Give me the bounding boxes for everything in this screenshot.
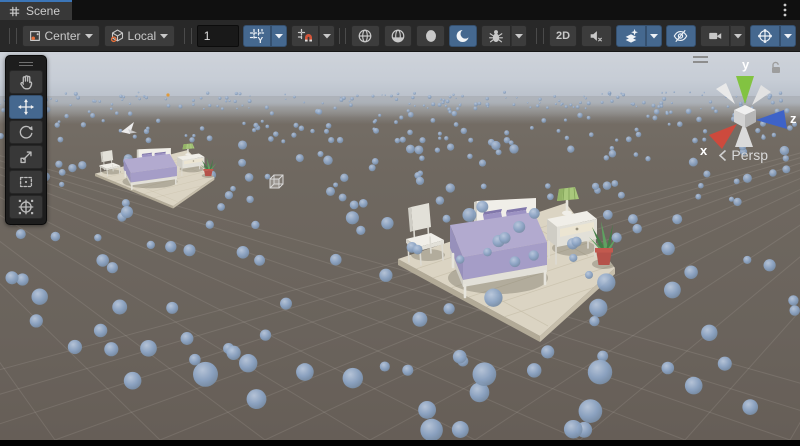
toolbar-drag-handle[interactable] — [339, 28, 347, 44]
rect-icon — [17, 173, 35, 191]
grid-icon — [8, 5, 21, 18]
chevron-down-icon — [159, 32, 169, 40]
2d-view-label: 2D — [556, 30, 570, 42]
tab-label: Scene — [26, 4, 60, 18]
audio-toggle-button[interactable] — [581, 25, 611, 47]
gizmos-dropdown[interactable] — [780, 25, 796, 47]
svg-text:Y: Y — [257, 35, 263, 44]
sphere-wireframe-icon — [357, 28, 373, 44]
chevron-down-icon — [783, 32, 793, 40]
scene-viewport[interactable]: y x z Persp — [0, 52, 800, 440]
shading-solid-button[interactable] — [416, 25, 445, 47]
chevron-down-icon — [733, 32, 743, 40]
eye-hidden-icon — [672, 28, 689, 44]
toolbar-drag-handle[interactable] — [9, 28, 17, 44]
axis-y-label: y — [742, 57, 750, 72]
snap-increment-dropdown[interactable] — [319, 25, 335, 47]
tools-overlay-panel[interactable] — [5, 55, 47, 225]
axis-x-label: x — [700, 143, 708, 158]
toolbar-drag-handle[interactable] — [536, 28, 544, 44]
chevron-down-icon — [322, 32, 332, 40]
bottom-edge — [0, 440, 800, 446]
chevron-down-icon — [274, 32, 284, 40]
toolbar-drag-handle[interactable] — [184, 28, 192, 44]
orientation-mode-button[interactable]: Local — [104, 25, 176, 47]
scene-lighting-button[interactable] — [449, 25, 478, 47]
projection-toggle[interactable]: Persp — [718, 147, 768, 163]
axis-z-cone[interactable] — [756, 110, 787, 129]
cube-icon — [110, 28, 125, 43]
view-hand-tool[interactable] — [9, 70, 43, 94]
gizmos-toggle-button[interactable] — [750, 25, 780, 47]
axis-z-label: z — [790, 111, 797, 126]
pivot-mode-button[interactable]: Center — [22, 25, 100, 47]
shading-shaded-button[interactable] — [384, 25, 413, 47]
axis-x-cone[interactable] — [709, 124, 737, 149]
moon-icon — [455, 28, 471, 44]
camera-icon — [707, 28, 723, 44]
ground-grid — [0, 103, 800, 440]
horizon-haze — [0, 96, 800, 124]
chevron-down-icon — [649, 32, 659, 40]
shading-wireframe-button[interactable] — [351, 25, 380, 47]
overlay-drag-handle[interactable] — [19, 59, 33, 68]
reflection-probe-gizmo[interactable] — [270, 175, 283, 188]
scale-icon — [17, 148, 35, 166]
scale-tool[interactable] — [9, 145, 43, 169]
scene-camera-button[interactable] — [700, 25, 730, 47]
projection-label: Persp — [731, 147, 768, 163]
scene-visibility-button[interactable] — [666, 25, 696, 47]
persp-chevron-icon — [718, 149, 727, 162]
kebab-menu-icon[interactable] — [778, 2, 792, 18]
scene-toolbar: Center Local Y — [0, 20, 800, 52]
chevron-down-icon — [514, 32, 524, 40]
debug-mode-dropdown[interactable] — [511, 25, 527, 47]
snap-increment-button[interactable] — [291, 25, 319, 47]
2d-view-button[interactable]: 2D — [549, 25, 578, 47]
effects-toggle-button[interactable] — [616, 25, 646, 47]
scene-3d-canvas[interactable] — [0, 52, 800, 440]
effects-dropdown[interactable] — [646, 25, 662, 47]
rotate-icon — [17, 123, 35, 141]
axis-neg-cone[interactable] — [752, 85, 771, 105]
sphere-solid-icon — [423, 28, 439, 44]
distant-light-gizmo[interactable] — [166, 93, 169, 96]
pivot-icon — [28, 29, 42, 43]
sphere-shaded-icon — [390, 28, 406, 44]
bug-icon — [488, 28, 504, 44]
tab-bar: Scene — [0, 0, 800, 20]
grid-visibility-dropdown[interactable] — [271, 25, 287, 47]
effects-icon — [623, 28, 639, 44]
transform-tool[interactable] — [9, 195, 43, 219]
grid-magnet-icon — [297, 28, 313, 44]
pivot-mode-label: Center — [45, 29, 81, 43]
tab-scene[interactable]: Scene — [0, 0, 72, 20]
scattered-spheres-near[interactable] — [5, 199, 799, 440]
chevron-down-icon — [84, 32, 94, 40]
debug-mode-button[interactable] — [481, 25, 511, 47]
hand-icon — [17, 73, 35, 91]
audio-muted-icon — [588, 28, 604, 44]
scene-camera-dropdown[interactable] — [730, 25, 746, 47]
transform-icon — [17, 198, 35, 216]
grid-y-icon: Y — [249, 28, 265, 44]
move-icon — [17, 98, 35, 116]
grid-size-input[interactable] — [197, 25, 239, 47]
rect-tool[interactable] — [9, 170, 43, 194]
grid-visibility-button[interactable]: Y — [243, 25, 271, 47]
rotate-tool[interactable] — [9, 120, 43, 144]
axis-neg-cone[interactable] — [716, 83, 735, 104]
axis-y-cone[interactable] — [736, 76, 754, 104]
orientation-mode-label: Local — [128, 29, 157, 43]
gizmo-sphere-icon — [757, 28, 773, 44]
move-tool[interactable] — [9, 95, 43, 119]
